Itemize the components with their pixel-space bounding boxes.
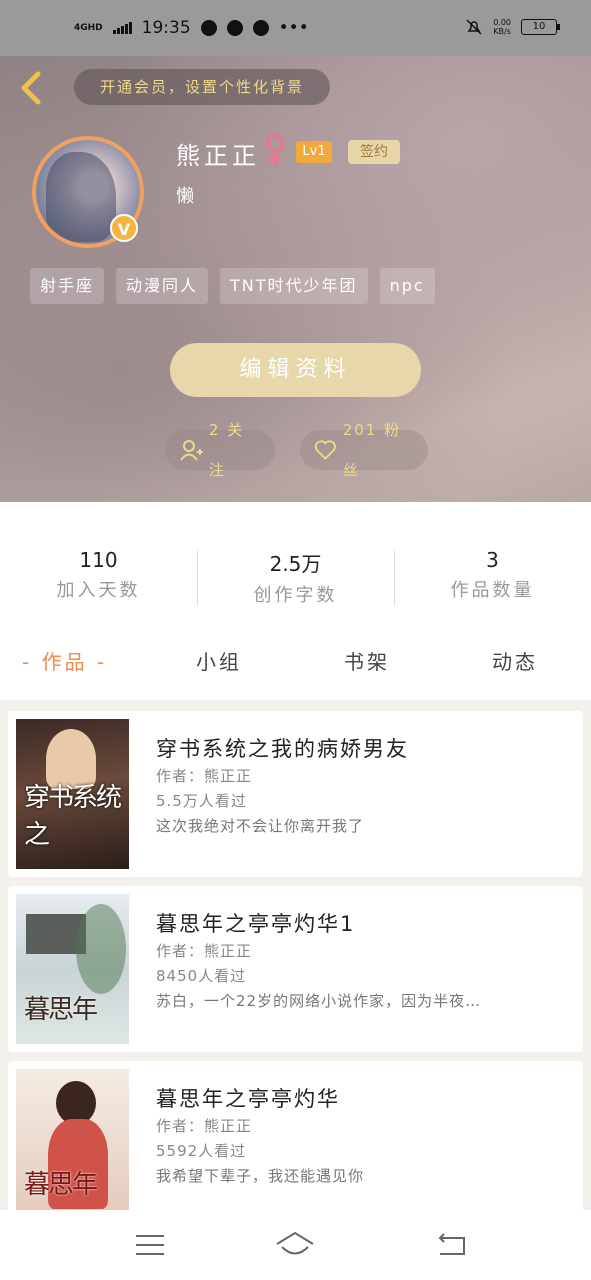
stats-bar: 110 加入天数 2.5万 创作字数 3 作品数量 <box>0 502 591 623</box>
app-icon-2 <box>252 20 269 36</box>
vip-banner[interactable]: 开通会员，设置个性化背景 <box>74 69 330 105</box>
tab-bookshelf[interactable]: 书架 <box>344 646 390 675</box>
level-badge: Lv1 <box>296 141 332 163</box>
tab-activity[interactable]: 动态 <box>492 646 538 675</box>
book-views: 8450人看过 <box>156 967 247 985</box>
home-icon[interactable] <box>275 1230 315 1260</box>
book-views: 5592人看过 <box>156 1142 247 1160</box>
book-intro: 苏白，一个22岁的网络小说作家，因为半夜… <box>156 992 482 1010</box>
book-cover: 穿书系统之 <box>16 719 129 869</box>
tab-bar: - 作品 - 小组 书架 动态 <box>0 622 591 700</box>
book-author: 作者：熊正正 <box>156 767 253 785</box>
book-intro: 我希望下辈子，我还能遇见你 <box>156 1167 365 1185</box>
book-cover: 暮思年 <box>16 894 129 1044</box>
tab-works[interactable]: - 作品 - <box>22 646 107 675</box>
status-time: 19:35 <box>141 18 191 38</box>
book-author: 作者：熊正正 <box>156 942 253 960</box>
status-bar: 4GHD 19:35 ••• 0.00 KB/s 10 <box>0 0 591 56</box>
book-title: 穿书系统之我的病娇男友 <box>156 737 409 761</box>
username: 熊正正 <box>176 142 260 170</box>
fans-count: 201 粉丝 <box>342 421 402 479</box>
mute-icon <box>466 19 482 35</box>
edit-profile-button[interactable]: 编辑资料 <box>170 343 421 397</box>
book-author: 作者：熊正正 <box>156 1117 253 1135</box>
fans-button[interactable]: 201 粉丝 <box>300 421 428 479</box>
tag[interactable]: npc <box>379 268 435 304</box>
back-icon[interactable] <box>430 1230 470 1260</box>
stat-works-count: 3 作品数量 <box>450 548 535 601</box>
battery-icon: 10 <box>521 19 560 35</box>
signed-badge: 签约 <box>348 140 400 164</box>
book-cover: 暮思年 <box>16 1069 129 1210</box>
book-card[interactable]: 暮思年 暮思年之亭亭灼华1 作者：熊正正 8450人看过 苏白，一个22岁的网络… <box>8 886 583 1052</box>
system-nav-bar <box>0 1210 591 1280</box>
signal-icon <box>112 22 132 34</box>
book-views: 5.5万人看过 <box>156 792 247 810</box>
more-notifications-icon: ••• <box>278 18 309 38</box>
follow-person-icon <box>180 440 203 461</box>
book-card[interactable]: 穿书系统之 穿书系统之我的病娇男友 作者：熊正正 5.5万人看过 这次我绝对不会… <box>8 711 583 877</box>
heart-icon <box>314 440 336 460</box>
app-icon <box>226 20 243 36</box>
tab-groups[interactable]: 小组 <box>196 646 242 675</box>
bio: 懒 <box>176 186 194 207</box>
verified-badge: V <box>110 214 138 242</box>
menu-icon[interactable] <box>130 1230 170 1260</box>
book-list: 穿书系统之 穿书系统之我的病娇男友 作者：熊正正 5.5万人看过 这次我绝对不会… <box>0 700 591 1210</box>
qq-icon <box>200 20 217 36</box>
tag[interactable]: 射手座 <box>30 268 105 304</box>
book-title: 暮思年之亭亭灼华 <box>156 1087 340 1111</box>
follow-count: 2 关注 <box>208 421 245 479</box>
back-chevron-icon[interactable] <box>14 68 54 108</box>
book-title: 暮思年之亭亭灼华1 <box>156 912 356 936</box>
tag[interactable]: TNT时代少年团 <box>220 268 368 304</box>
book-intro: 这次我绝对不会让你离开我了 <box>156 817 365 835</box>
book-card[interactable]: 暮思年 暮思年之亭亭灼华 作者：熊正正 5592人看过 我希望下辈子，我还能遇见… <box>8 1061 583 1210</box>
stat-join-days: 110 加入天数 <box>56 548 141 601</box>
profile-header: 开通会员，设置个性化背景 V 熊正正 Lv1 签约 懒 射手座 动漫同人 TNT… <box>0 56 591 502</box>
stat-word-count: 2.5万 创作字数 <box>253 552 338 606</box>
network-type: 4GHD <box>74 22 103 33</box>
female-icon <box>265 133 285 166</box>
tag-list: 射手座 动漫同人 TNT时代少年团 npc <box>30 268 435 304</box>
tag[interactable]: 动漫同人 <box>116 268 209 304</box>
network-speed: 0.00 KB/s <box>493 18 511 36</box>
follow-button[interactable]: 2 关注 <box>165 421 275 479</box>
